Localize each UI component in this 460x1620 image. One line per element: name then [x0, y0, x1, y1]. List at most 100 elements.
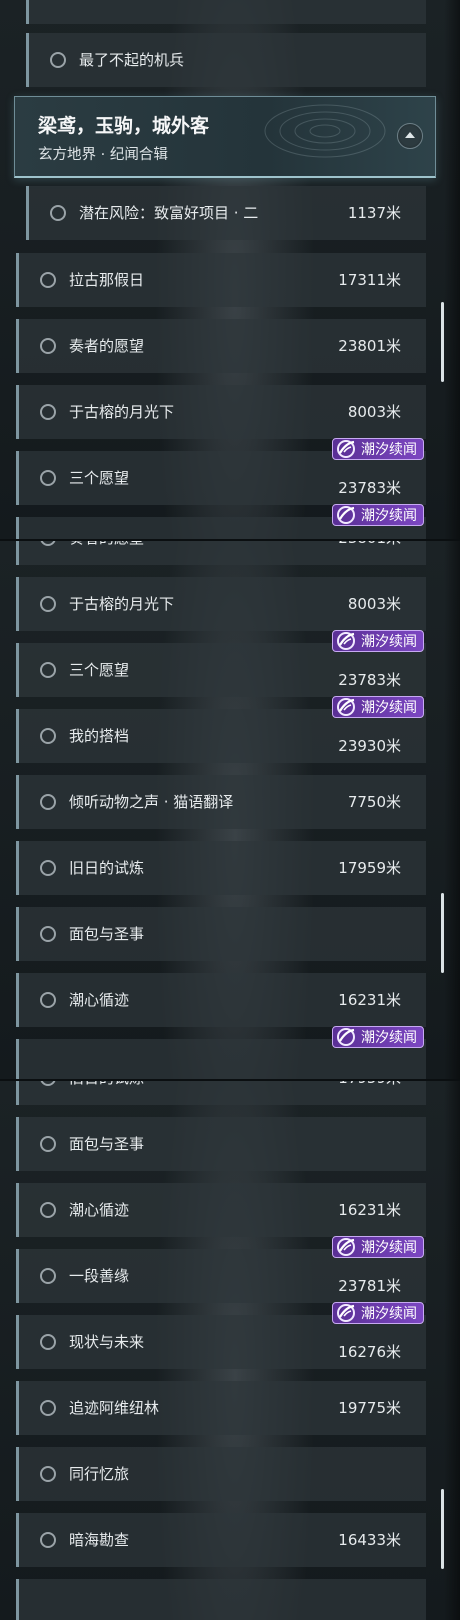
quest-distance: 16231米 [338, 1201, 401, 1219]
quest-name: 追迹阿维纽林 [69, 1399, 160, 1417]
scrollbar-thumb[interactable] [441, 893, 444, 973]
radio-icon [40, 794, 56, 810]
quest-item[interactable]: 潮心循迹 16231米 [16, 1183, 426, 1237]
quest-item[interactable]: 奏者的愿望 23801米 [16, 319, 426, 373]
quest-distance: 1137米 [347, 204, 401, 222]
quest-item[interactable]: 潮心循迹 16231米 [16, 973, 426, 1027]
quest-distance: 8003米 [347, 595, 401, 613]
tide-swirl-icon [337, 1304, 355, 1322]
quest-name: 最了不起的机兵 [79, 51, 185, 69]
quest-distance: 8003米 [347, 403, 401, 421]
quest-item[interactable]: 面包与圣事 [16, 907, 426, 961]
quest-name: 拉古那假日 [69, 271, 145, 289]
quest-item[interactable]: 现状与未来 16276米 潮汐续闻 [16, 1302, 426, 1369]
quest-item[interactable]: 潜在风险：致富好项目 · 二 1137米 [26, 186, 426, 240]
quest-name: 三个愿望 [69, 469, 130, 487]
radio-icon [40, 338, 56, 354]
quest-distance: 23801米 [338, 541, 401, 565]
quest-item[interactable]: 我的搭档 23930米 潮汐续闻 [16, 696, 426, 763]
radio-icon [40, 596, 56, 612]
quest-name: 暗海勘查 [69, 1531, 130, 1549]
quest-name: 于古榕的月光下 [69, 403, 175, 421]
quest-item-cut[interactable]: 潮汐续闻 [16, 1026, 426, 1079]
radio-icon [40, 404, 56, 420]
quest-item[interactable]: 倾听动物之声 · 猫语翻译 7750米 [16, 775, 426, 829]
radio-icon [40, 860, 56, 876]
quest-group-header[interactable]: 梁鸢，玉驹，城外客 玄方地界 · 纪闻合辑 [14, 96, 436, 178]
quest-name: 潜在风险：致富好项目 · 二 [79, 204, 259, 222]
radio-icon [40, 272, 56, 288]
quest-distance: 16276米 [338, 1343, 401, 1361]
list-item-cut[interactable] [16, 1579, 426, 1620]
radio-icon [40, 728, 56, 744]
group-subtitle: 玄方地界 · 纪闻合辑 [38, 147, 168, 163]
quest-item[interactable]: 奏者的愿望 23801米 [16, 541, 426, 565]
radio-icon [40, 1268, 56, 1284]
contour-pattern-icon [264, 104, 386, 158]
badge-label: 潮汐续闻 [361, 508, 417, 524]
tidal-sequel-badge: 潮汐续闻 [332, 696, 424, 718]
radio-icon [40, 662, 56, 678]
badge-label: 潮汐续闻 [361, 634, 417, 650]
scrollbar-thumb[interactable] [441, 302, 444, 382]
quest-item[interactable]: 追迹阿维纽林 19775米 [16, 1381, 426, 1435]
radio-icon [40, 541, 56, 546]
quest-name: 倾听动物之声 · 猫语翻译 [69, 793, 234, 811]
quest-item[interactable]: 面包与圣事 [16, 1117, 426, 1171]
quest-distance: 17311米 [338, 271, 401, 289]
radio-icon [40, 1400, 56, 1416]
quest-item[interactable]: 拉古那假日 17311米 [16, 253, 426, 307]
quest-name: 面包与圣事 [69, 1135, 145, 1153]
quest-item[interactable]: 于古榕的月光下 8003米 [16, 385, 426, 439]
quest-name: 潮心循迹 [69, 1201, 130, 1219]
quest-item[interactable]: 旧日的试炼 17959米 [16, 1081, 426, 1105]
quest-item-cut[interactable]: 潮汐续闻 [16, 504, 426, 540]
tidal-sequel-badge: 潮汐续闻 [332, 630, 424, 652]
tide-swirl-icon [337, 632, 355, 650]
tide-swirl-icon [337, 1028, 355, 1046]
radio-icon [40, 926, 56, 942]
quest-item[interactable]: 三个愿望 23783米 潮汐续闻 [16, 438, 426, 505]
quest-name: 我的搭档 [69, 727, 130, 745]
group-title: 梁鸢，玉驹，城外客 [38, 115, 210, 137]
quest-item[interactable]: 旧日的试炼 17959米 [16, 841, 426, 895]
tidal-sequel-badge: 潮汐续闻 [332, 504, 424, 526]
badge-label: 潮汐续闻 [361, 700, 417, 716]
quest-distance: 17959米 [338, 859, 401, 877]
radio-icon [40, 1334, 56, 1350]
radio-icon [40, 470, 56, 486]
tidal-sequel-badge: 潮汐续闻 [332, 1026, 424, 1048]
quest-name: 奏者的愿望 [69, 337, 145, 355]
quest-name: 于古榕的月光下 [69, 595, 175, 613]
quest-item[interactable]: 于古榕的月光下 8003米 [16, 577, 426, 631]
radio-icon [40, 1532, 56, 1548]
tidal-sequel-badge: 潮汐续闻 [332, 438, 424, 460]
quest-name: 面包与圣事 [69, 925, 145, 943]
radio-icon [40, 1466, 56, 1482]
quest-name: 三个愿望 [69, 661, 130, 679]
quest-item[interactable]: 一段善缘 23781米 潮汐续闻 [16, 1236, 426, 1303]
tide-swirl-icon [337, 698, 355, 716]
radio-icon [50, 52, 66, 68]
quest-name: 同行忆旅 [69, 1465, 130, 1483]
badge-label: 潮汐续闻 [361, 1306, 417, 1322]
tidal-sequel-badge: 潮汐续闻 [332, 1302, 424, 1324]
quest-distance: 19775米 [338, 1399, 401, 1417]
collapse-chevron-icon[interactable] [397, 123, 423, 149]
quest-item[interactable]: 暗海勘查 16433米 [16, 1513, 426, 1567]
quest-list-view-3: 旧日的试炼 17959米 面包与圣事 潮心循迹 16231米 一段善缘 2378… [0, 1081, 460, 1620]
tide-swirl-icon [337, 1238, 355, 1256]
quest-list-view-1: 最了不起的机兵 梁鸢，玉驹，城外客 玄方地界 · 纪闻合辑 潜在风险：致富好项目… [0, 0, 460, 540]
quest-item[interactable]: 三个愿望 23783米 潮汐续闻 [16, 630, 426, 697]
radio-icon [40, 992, 56, 1008]
list-item-cut[interactable] [26, 0, 426, 24]
badge-label: 潮汐续闻 [361, 442, 417, 458]
scrollbar-thumb[interactable] [441, 1489, 444, 1569]
quest-distance: 23801米 [338, 337, 401, 355]
radio-icon [40, 1202, 56, 1218]
quest-item[interactable]: 同行忆旅 [16, 1447, 426, 1501]
quest-item[interactable]: 最了不起的机兵 [26, 33, 426, 87]
quest-name: 旧日的试炼 [69, 1081, 144, 1105]
badge-label: 潮汐续闻 [361, 1240, 417, 1256]
quest-distance: 17959米 [338, 1081, 401, 1105]
